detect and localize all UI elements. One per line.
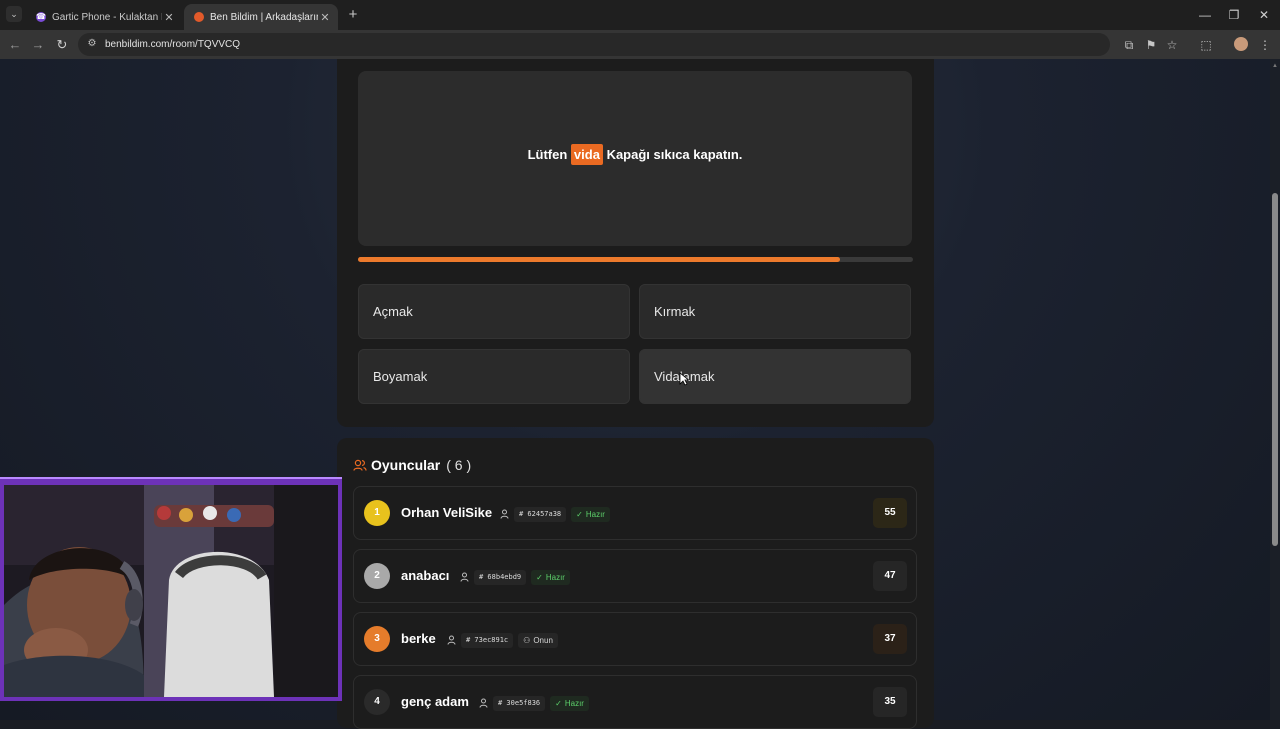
players-card: Oyuncular ( 6 ) 1 Orhan VeliSike # 62457a3… bbox=[337, 438, 934, 729]
profile-avatar[interactable] bbox=[1234, 37, 1248, 51]
install-app-icon[interactable]: ⧉ bbox=[1120, 36, 1138, 54]
menu-kebab-icon[interactable]: ⋮ bbox=[1256, 36, 1274, 54]
gartic-favicon-icon: ☎ bbox=[36, 12, 46, 22]
extensions-icon[interactable]: ⬚ bbox=[1197, 36, 1215, 54]
player-id-badge: # 30e5f836 bbox=[493, 695, 546, 711]
browser-tab-strip: ⌄ ☎ Gartic Phone - Kulaktan Kulağa ✕ Ben… bbox=[0, 0, 1280, 30]
player-id-badge: # 68b4ebd9 bbox=[474, 569, 527, 585]
check-circle-icon: ✓ bbox=[555, 698, 562, 708]
player-id-badge: # 73ec891c bbox=[461, 632, 514, 648]
restore-icon[interactable]: ❐ bbox=[1219, 0, 1249, 30]
reload-icon[interactable]: ↻ bbox=[53, 36, 71, 54]
status-label: Hazır bbox=[585, 509, 605, 519]
scroll-up-arrow-icon[interactable]: ▲ bbox=[1272, 62, 1278, 70]
site-info-icon[interactable]: ⚙ bbox=[86, 38, 98, 50]
player-score: 47 bbox=[873, 561, 907, 591]
check-circle-icon: ✓ bbox=[536, 572, 543, 582]
player-name: Orhan VeliSike bbox=[401, 505, 493, 520]
player-meta: # 68b4ebd9 ✓ Hazır bbox=[460, 569, 570, 585]
new-tab-button[interactable]: + bbox=[344, 6, 362, 24]
player-row: 3 berke # 73ec891c ⚇ Onun 37 bbox=[353, 612, 917, 666]
ready-status-badge: ✓ Hazır bbox=[571, 506, 610, 522]
player-score: 35 bbox=[873, 687, 907, 717]
status-label: Onun bbox=[533, 635, 553, 645]
player-score: 55 bbox=[873, 498, 907, 528]
players-header: Oyuncular ( 6 ) bbox=[353, 456, 471, 474]
highlighted-word: vida bbox=[570, 144, 603, 165]
scrollbar-thumb[interactable] bbox=[1272, 193, 1278, 546]
player-meta: # 30e5f836 ✓ Hazır bbox=[479, 695, 589, 711]
player-meta: # 62457a38 ✓ Hazır bbox=[500, 506, 610, 522]
player-row: 2 anabacı # 68b4ebd9 ✓ Hazır 47 bbox=[353, 549, 917, 603]
answer-option-acmak[interactable]: Açmak bbox=[358, 284, 630, 339]
url-text[interactable]: benbildim.com/room/TQVVCQ bbox=[105, 33, 240, 56]
timer-progress-bar bbox=[358, 257, 913, 262]
question-text: Lütfen vida Kapağı sıkıca kapatın. bbox=[358, 144, 912, 165]
turn-status-badge: ⚇ Onun bbox=[518, 632, 558, 648]
ready-status-badge: ✓ Hazır bbox=[550, 695, 589, 711]
user-icon bbox=[479, 698, 488, 708]
ben-bildim-favicon-icon bbox=[194, 12, 204, 22]
browser-toolbar: ← → ↻ ⚙ benbildim.com/room/TQVVCQ ⧉ ⚑ ☆ … bbox=[0, 30, 1280, 59]
status-label: Hazır bbox=[545, 572, 565, 582]
user-icon bbox=[447, 635, 456, 645]
back-icon[interactable]: ← bbox=[6, 36, 24, 54]
user-icon bbox=[500, 509, 509, 519]
minimize-icon[interactable]: — bbox=[1190, 0, 1220, 30]
translate-icon[interactable]: ⚑ bbox=[1142, 36, 1160, 54]
player-name: berke bbox=[401, 631, 436, 646]
user-icon: ⚇ bbox=[523, 635, 531, 645]
answer-option-kirmak[interactable]: Kırmak bbox=[639, 284, 911, 339]
status-label: Hazır bbox=[564, 698, 584, 708]
players-title: Oyuncular bbox=[371, 457, 441, 473]
player-meta: # 73ec891c ⚇ Onun bbox=[447, 632, 558, 648]
player-name: genç adam bbox=[401, 694, 469, 709]
player-rank-badge: 4 bbox=[364, 689, 390, 715]
player-row: 4 genç adam # 30e5f836 ✓ Hazır 35 bbox=[353, 675, 917, 729]
answer-option-boyamak[interactable]: Boyamak bbox=[358, 349, 630, 404]
player-name: anabacı bbox=[401, 568, 450, 583]
player-score: 37 bbox=[873, 624, 907, 654]
player-rank-badge: 3 bbox=[364, 626, 390, 652]
ready-status-badge: ✓ Hazır bbox=[531, 569, 570, 585]
forward-icon[interactable]: → bbox=[29, 36, 47, 54]
question-box: Lütfen vida Kapağı sıkıca kapatın. bbox=[358, 71, 912, 246]
user-icon bbox=[460, 572, 469, 582]
tab-title: Ben Bildim | Arkadaşlarınla Onli bbox=[210, 11, 318, 23]
player-rank-badge: 1 bbox=[364, 500, 390, 526]
close-window-icon[interactable]: ✕ bbox=[1249, 0, 1279, 30]
users-icon bbox=[353, 459, 367, 471]
tab-ben-bildim[interactable]: Ben Bildim | Arkadaşlarınla Onli ✕ bbox=[184, 4, 338, 30]
player-rank-badge: 2 bbox=[364, 563, 390, 589]
timer-progress-fill bbox=[358, 257, 840, 262]
players-count: ( 6 ) bbox=[446, 457, 472, 473]
close-tab-icon[interactable]: ✕ bbox=[318, 11, 332, 24]
check-circle-icon: ✓ bbox=[576, 509, 583, 519]
tab-title: Gartic Phone - Kulaktan Kulağa bbox=[52, 11, 162, 23]
address-bar[interactable]: ⚙ benbildim.com/room/TQVVCQ bbox=[78, 33, 1110, 56]
close-tab-icon[interactable]: ✕ bbox=[162, 11, 176, 24]
webcam-video bbox=[4, 485, 338, 697]
webcam-overlay bbox=[0, 477, 342, 701]
mouse-cursor-icon bbox=[679, 372, 689, 386]
tab-search-button[interactable]: ⌄ bbox=[6, 6, 22, 22]
bookmark-star-icon[interactable]: ☆ bbox=[1163, 36, 1181, 54]
player-row: 1 Orhan VeliSike # 62457a38 ✓ Hazır 55 bbox=[353, 486, 917, 540]
player-id-badge: # 62457a38 bbox=[514, 506, 567, 522]
tab-gartic-phone[interactable]: ☎ Gartic Phone - Kulaktan Kulağa ✕ bbox=[26, 4, 182, 30]
